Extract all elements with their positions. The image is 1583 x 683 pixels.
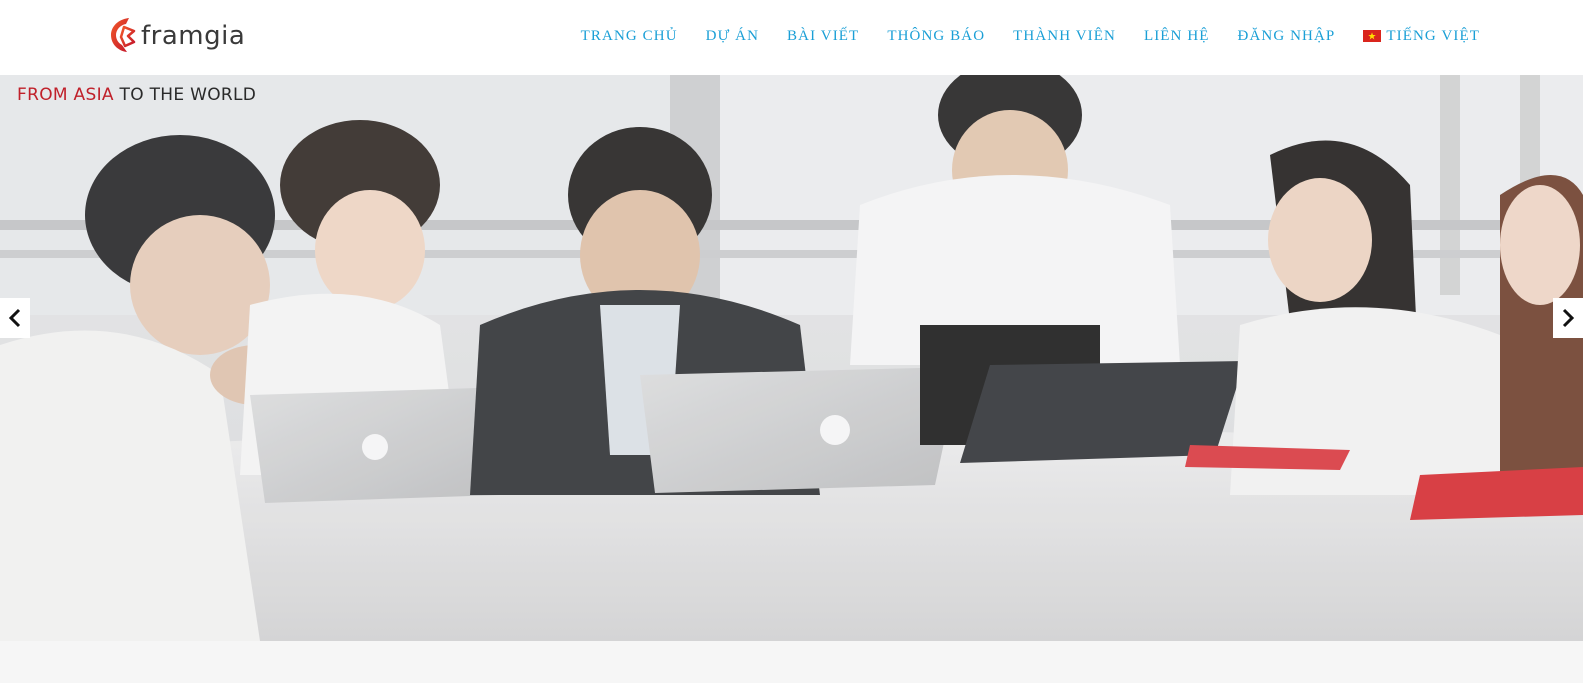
tagline-rest: TO THE WORLD (113, 85, 257, 105)
content-area-start (0, 641, 1583, 683)
tagline-highlight: FROM ASIA (17, 85, 114, 105)
vietnam-flag-icon (1363, 30, 1382, 42)
chevron-left-icon (8, 308, 21, 328)
slider-prev-button[interactable] (0, 298, 30, 338)
site-header: framgia TRANG CHỦ DỰ ÁN BÀI VIẾT THÔNG B… (0, 0, 1583, 75)
language-label: TIẾNG VIỆT (1386, 27, 1480, 44)
nav-item-contact[interactable]: LIÊN HỆ (1144, 28, 1210, 45)
chevron-right-icon (1562, 308, 1575, 328)
hero-tagline: FROM ASIA TO THE WORLD (17, 85, 256, 105)
brand-name: framgia (141, 21, 246, 51)
logo-link[interactable]: framgia (107, 14, 245, 56)
nav-item-members[interactable]: THÀNH VIÊN (1013, 28, 1116, 45)
framgia-logo-icon (111, 18, 136, 52)
nav-item-announcements[interactable]: THÔNG BÁO (887, 28, 985, 45)
hero-slider: FROM ASIA TO THE WORLD (0, 75, 1583, 641)
nav-item-login[interactable]: ĐĂNG NHẬP (1238, 28, 1336, 45)
nav-item-home[interactable]: TRANG CHỦ (581, 28, 678, 45)
team-meeting-photo (0, 75, 1583, 641)
language-selector[interactable]: TIẾNG VIỆT (1363, 28, 1480, 45)
nav-item-projects[interactable]: DỰ ÁN (706, 28, 759, 45)
slider-next-button[interactable] (1553, 298, 1583, 338)
nav-item-posts[interactable]: BÀI VIẾT (787, 28, 859, 45)
main-nav: TRANG CHỦ DỰ ÁN BÀI VIẾT THÔNG BÁO THÀNH… (581, 24, 1480, 48)
